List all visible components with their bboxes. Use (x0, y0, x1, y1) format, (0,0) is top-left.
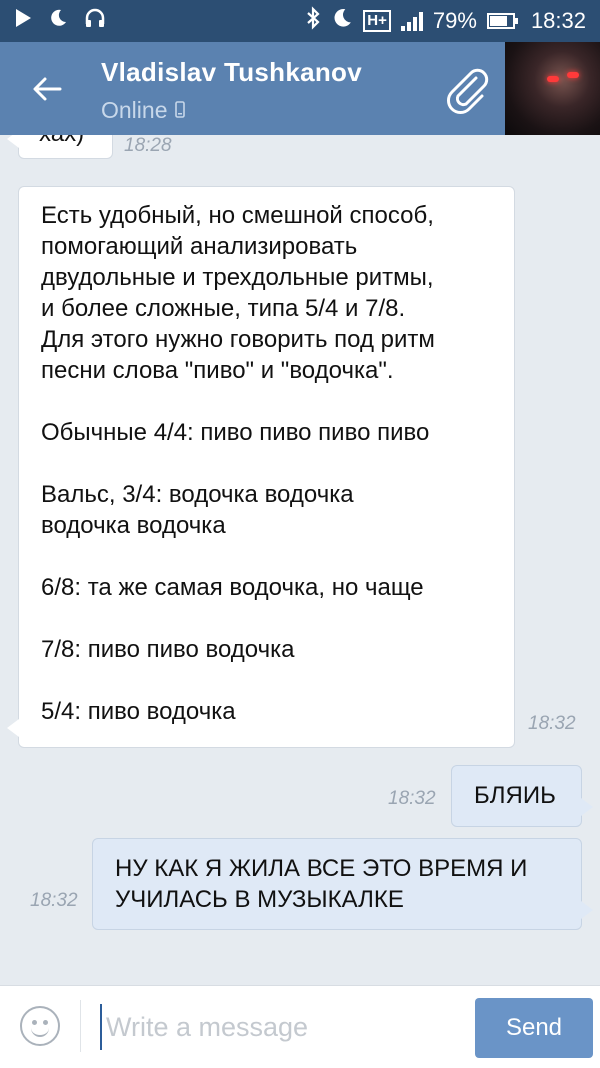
message-time: 18:32 (528, 713, 576, 734)
message-text: Обычные 4/4: пиво пиво пиво пиво (41, 419, 430, 446)
message-text: Вальс, 3/4: водочка водочка (41, 481, 354, 508)
clock: 18:32 (530, 8, 586, 33)
status-bar: H+ 79% 18:32 (0, 0, 600, 42)
mobile-phone-icon (175, 97, 186, 124)
message-text: 6/8: та же самая водочка, но чаще (41, 574, 424, 601)
message-list[interactable]: хах) 18:28 Есть удобный, но смешной спос… (0, 135, 600, 985)
status-bar-right: H+ 79% 18:32 (305, 6, 586, 36)
message-time: 18:32 (30, 890, 78, 911)
network-type-badge: H+ (363, 10, 391, 32)
message-text: НУ КАК Я ЖИЛА ВСЕ ЭТО ВРЕМЯ И (115, 855, 528, 882)
divider (80, 1000, 81, 1052)
moon-icon (48, 8, 68, 34)
message-time: 18:32 (388, 788, 436, 809)
message-text: помогающий анализировать (41, 233, 358, 260)
message-text: песни слова "пиво" и "водочка". (41, 357, 394, 384)
emoji-icon[interactable] (20, 1006, 60, 1046)
message-text: двудольные и трехдольные ритмы, (41, 264, 434, 291)
composer-bar: Send (0, 985, 600, 1068)
send-button[interactable]: Send (475, 998, 593, 1058)
bluetooth-icon (305, 6, 321, 36)
moon-icon (331, 7, 353, 35)
battery-icon (486, 13, 518, 29)
contact-status: Online (101, 97, 186, 124)
contact-name[interactable]: Vladislav Tushkanov (101, 57, 362, 88)
play-icon (14, 8, 32, 34)
outgoing-message-bubble[interactable]: НУ КАК Я ЖИЛА ВСЕ ЭТО ВРЕМЯ И УЧИЛАСЬ В … (92, 838, 593, 930)
message-text: Есть удобный, но смешной способ, (41, 202, 434, 229)
message-text: хах) (39, 135, 112, 149)
message-text: Для этого нужно говорить под ритм (41, 326, 435, 353)
outgoing-message-bubble[interactable]: БЛЯИЬ (451, 765, 593, 827)
paperclip-icon (447, 68, 489, 114)
contact-avatar[interactable] (505, 42, 600, 135)
headset-icon (84, 8, 106, 34)
attach-button[interactable] (440, 64, 494, 118)
message-text: 7/8: пиво пиво водочка (41, 636, 295, 663)
chat-header: Vladislav Tushkanov Online (0, 42, 600, 135)
message-text: 5/4: пиво водочка (41, 698, 236, 725)
status-bar-left (14, 8, 106, 34)
online-status-text: Online (101, 97, 168, 123)
message-text: УЧИЛАСЬ В МУЗЫКАЛКЕ (115, 886, 404, 913)
signal-icon (400, 11, 423, 31)
message-text: водочка водочка (41, 512, 226, 539)
message-text: БЛЯИЬ (474, 782, 556, 809)
incoming-message-bubble[interactable]: Есть удобный, но смешной способ, помогающ… (7, 186, 515, 748)
message-text: и более сложные, типа 5/4 и 7/8. (41, 295, 406, 322)
arrow-left-icon (33, 77, 62, 101)
message-time: 18:28 (124, 135, 172, 156)
battery-percent: 79% (432, 8, 477, 33)
back-button[interactable] (22, 64, 72, 114)
message-input[interactable] (100, 1004, 460, 1050)
incoming-message-bubble[interactable]: хах) (7, 135, 113, 159)
